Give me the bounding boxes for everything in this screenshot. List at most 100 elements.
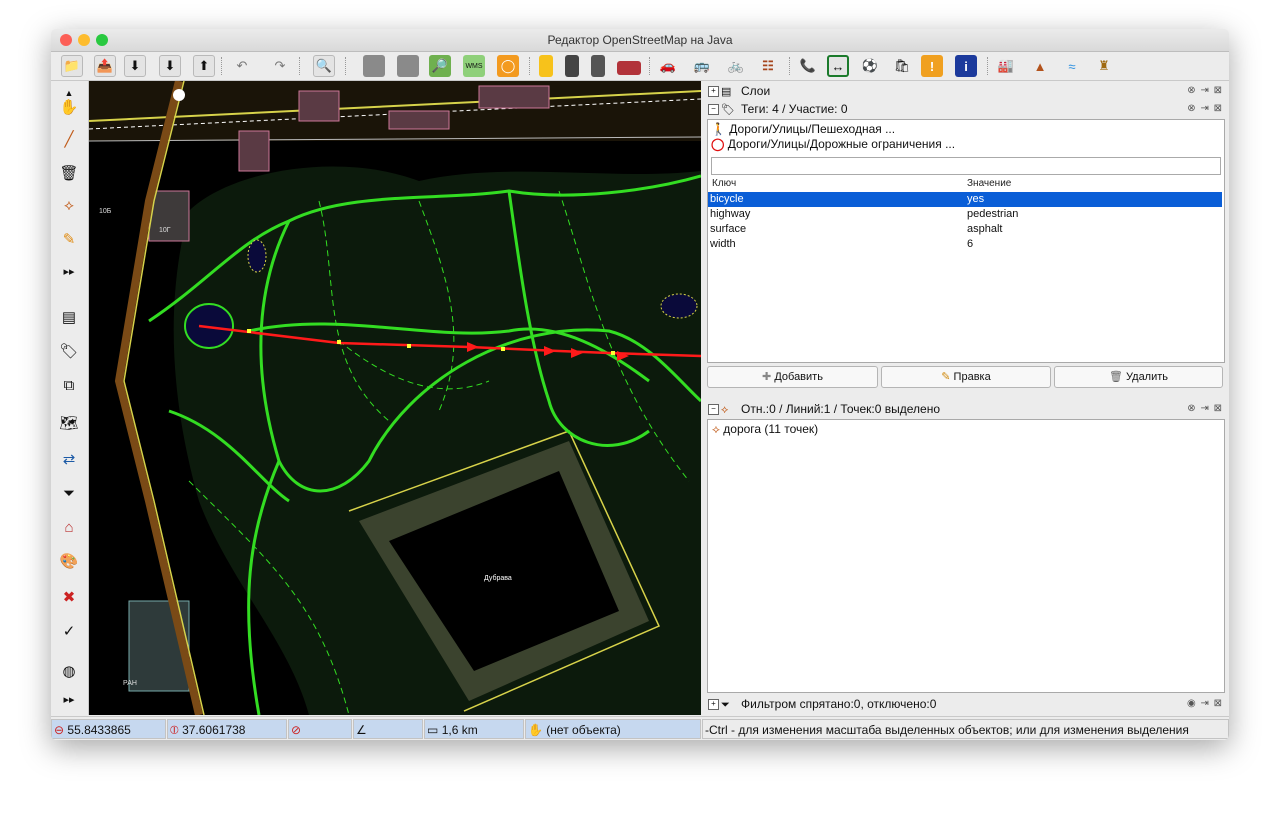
- street-lamp-icon[interactable]: [591, 55, 605, 77]
- more-tools-icon[interactable]: ▸▸: [57, 259, 81, 283]
- close-window-button[interactable]: [60, 34, 72, 46]
- toolbar-separator: [299, 57, 301, 75]
- tag-filter-input[interactable]: [711, 157, 1221, 175]
- merge-icon[interactable]: ⇄: [57, 447, 81, 471]
- upload-icon[interactable]: ⬆: [193, 55, 215, 77]
- key-column-header[interactable]: Ключ: [712, 178, 736, 189]
- expand-icon[interactable]: +: [708, 86, 719, 97]
- edit-tag-button[interactable]: ✎ Правка: [881, 366, 1051, 388]
- select-cursor-icon: ✋: [528, 723, 543, 737]
- building-label: 10Г: [159, 227, 171, 234]
- traffic-signals-icon[interactable]: [565, 55, 579, 77]
- value-column-header[interactable]: Значение: [967, 178, 1011, 189]
- download-area-icon[interactable]: 🗺: [57, 411, 81, 435]
- toolbar-separator: [529, 57, 531, 75]
- warning-icon[interactable]: !: [921, 55, 943, 77]
- layers-icon: ▤: [721, 86, 732, 98]
- preferences-icon[interactable]: 🔍: [313, 55, 335, 77]
- preset-link-pedestrian[interactable]: 🚶 Дороги/Улицы/Пешеходная ...: [711, 122, 895, 137]
- selection-panel-header[interactable]: − ⟡ Отн.:0 / Линий:1 / Точек:0 выделено …: [707, 401, 1225, 417]
- info-icon[interactable]: i: [955, 55, 977, 77]
- imagery-layer-2-icon[interactable]: [397, 55, 419, 77]
- minimize-window-button[interactable]: [78, 34, 90, 46]
- castle-icon[interactable]: ♜: [1093, 55, 1115, 77]
- collapse-icon[interactable]: −: [708, 404, 719, 415]
- layers-panel-header[interactable]: + ▤ Слои ⊗ ⇥ ⊠: [707, 83, 1225, 99]
- bus-icon[interactable]: 🚌: [691, 55, 713, 77]
- layers-toggle-icon[interactable]: ▤: [57, 305, 81, 329]
- pedestrian-icon: 🚶: [711, 122, 726, 136]
- table-row[interactable]: surface asphalt: [708, 222, 1222, 237]
- open-location-icon[interactable]: 📤: [94, 55, 116, 77]
- collapse-icon[interactable]: −: [708, 104, 719, 115]
- waterway-icon[interactable]: ≈: [1061, 55, 1083, 77]
- styles-icon[interactable]: 🎨: [57, 549, 81, 573]
- validation-icon[interactable]: ✖: [57, 585, 81, 609]
- tags-toggle-icon[interactable]: 🏷: [57, 339, 81, 363]
- left-tool-palette: ▲ ✋ ╱ 🗑 ⟡ ✎ ▸▸ ▤ 🏷 ⧉ 🗺 ⇄ ⏷ ⌂ 🎨 ✖ ✓ ◍ ▸▸: [51, 81, 89, 715]
- select-mode-icon[interactable]: ✋: [57, 95, 81, 119]
- table-row[interactable]: bicycle yes: [708, 192, 1222, 207]
- angle-icon: ∠: [356, 723, 367, 737]
- table-row[interactable]: highway pedestrian: [708, 207, 1222, 222]
- bicycle-icon[interactable]: 🚲: [725, 55, 747, 77]
- map-view[interactable]: Дубрава 10Б 10Г РАН: [89, 81, 701, 715]
- latitude-icon: ⊖: [54, 723, 65, 737]
- panel-controls[interactable]: ⊗ ⇥ ⊠: [1187, 101, 1223, 117]
- expand-icon[interactable]: +: [708, 699, 719, 710]
- more-panels-icon[interactable]: ▸▸: [57, 687, 81, 711]
- toolbar-separator: [221, 57, 223, 75]
- changeset-icon[interactable]: ✓: [57, 619, 81, 643]
- wiki-icon[interactable]: ◍: [57, 659, 81, 683]
- panel-controls[interactable]: ⊗ ⇥ ⊠: [1187, 401, 1223, 417]
- road-yellow-icon[interactable]: [539, 55, 553, 77]
- imagery-layer-icon[interactable]: [363, 55, 385, 77]
- car-icon[interactable]: 🚗: [657, 55, 679, 77]
- phone-icon[interactable]: 📞: [797, 55, 819, 77]
- filter-panel-header[interactable]: + ⏷ Фильтром спрятано:0, отключено:0 ◉ ⇥…: [707, 696, 1225, 712]
- wms-tms-icon[interactable]: WMS: [463, 55, 485, 77]
- redo-icon[interactable]: ↷: [269, 55, 291, 77]
- add-tag-button[interactable]: ✚ Добавить: [707, 366, 878, 388]
- building: [238, 130, 270, 172]
- selection-icon: ⟡: [721, 404, 729, 416]
- map-canvas[interactable]: Дубрава 10Б 10Г РАН: [89, 81, 701, 715]
- table-row[interactable]: width 6: [708, 237, 1222, 252]
- maximize-window-button[interactable]: [96, 34, 108, 46]
- panel-controls[interactable]: ⊗ ⇥ ⊠: [1187, 83, 1223, 99]
- draw-mode-icon[interactable]: ╱: [57, 127, 81, 151]
- preset-link-restrictions[interactable]: ◯ Дороги/Улицы/Дорожные ограничения ...: [711, 137, 955, 152]
- relations-toggle-icon[interactable]: ⧉: [57, 373, 81, 397]
- peak-icon[interactable]: ▲: [1029, 55, 1051, 77]
- building: [388, 110, 450, 130]
- latitude-field: ⊖ 55.8433865: [51, 719, 166, 739]
- undo-icon[interactable]: ↶: [231, 55, 253, 77]
- wall-icon[interactable]: [617, 61, 641, 75]
- window-title: Редактор OpenStreetMap на Java: [547, 33, 733, 47]
- building-label: 10Б: [99, 208, 112, 215]
- download-icon[interactable]: ⬇: [124, 55, 146, 77]
- building-label: РАН: [123, 680, 137, 687]
- filter-icon[interactable]: ⏷: [57, 481, 81, 505]
- improve-way-icon[interactable]: ⟡: [57, 193, 81, 217]
- road-sign-icon[interactable]: ↔: [827, 55, 849, 77]
- delete-tag-button[interactable]: 🗑 Удалить: [1054, 366, 1223, 388]
- industrial-icon[interactable]: 🏭: [995, 55, 1017, 77]
- panel-controls[interactable]: ◉ ⇥ ⊠: [1187, 696, 1223, 712]
- shop-icon[interactable]: 🛍: [891, 55, 913, 77]
- side-panels: + ▤ Слои ⊗ ⇥ ⊠ − 🏷 Теги: 4 / Участие: 0 …: [705, 81, 1229, 715]
- loop-icon[interactable]: ◯: [497, 55, 519, 77]
- railway-icon[interactable]: ☷: [757, 55, 779, 77]
- toolbar-separator: [789, 57, 791, 75]
- search-icon[interactable]: 🔎: [429, 55, 451, 77]
- longitude-icon: ⦶: [170, 723, 179, 737]
- edit-icon: ✎: [941, 371, 951, 383]
- open-file-icon[interactable]: 📁: [61, 55, 83, 77]
- list-item[interactable]: ⟡ дорога (11 точек): [712, 422, 818, 437]
- address-icon[interactable]: ⌂: [57, 515, 81, 539]
- soccer-icon[interactable]: ⚽: [859, 55, 881, 77]
- pencil-icon[interactable]: ✎: [57, 227, 81, 251]
- download-along-icon[interactable]: ⬇: [159, 55, 181, 77]
- tags-panel-header[interactable]: − 🏷 Теги: 4 / Участие: 0 ⊗ ⇥ ⊠: [707, 101, 1225, 117]
- delete-mode-icon[interactable]: 🗑: [57, 161, 81, 185]
